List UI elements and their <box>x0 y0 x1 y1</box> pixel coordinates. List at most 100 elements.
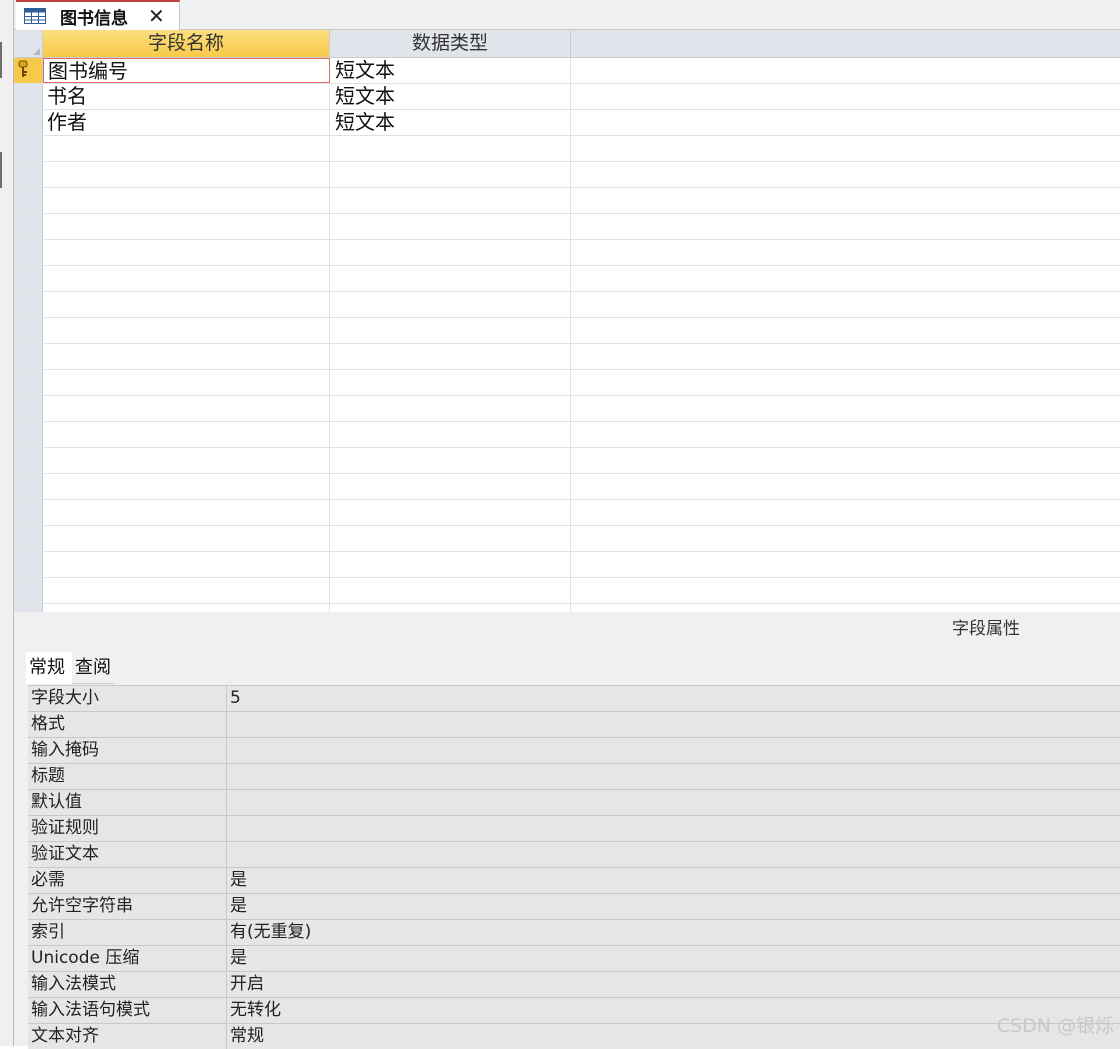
description-cell[interactable] <box>571 474 1120 499</box>
description-cell[interactable] <box>571 552 1120 577</box>
description-cell[interactable] <box>571 578 1120 603</box>
description-cell[interactable] <box>571 526 1120 551</box>
table-row[interactable]: 图书编号 短文本 <box>14 58 1120 84</box>
row-selector[interactable] <box>14 500 43 525</box>
description-cell[interactable] <box>571 500 1120 525</box>
table-row[interactable] <box>14 448 1120 474</box>
table-row[interactable] <box>14 318 1120 344</box>
column-header-description[interactable] <box>571 30 1120 57</box>
field-name-cell[interactable] <box>43 214 330 239</box>
close-icon[interactable]: ✕ <box>148 6 165 26</box>
field-name-cell[interactable]: 图书编号 <box>43 58 330 83</box>
data-type-cell[interactable] <box>330 578 571 603</box>
field-name-cell[interactable] <box>43 448 330 473</box>
row-selector[interactable] <box>14 396 43 421</box>
data-type-cell[interactable] <box>330 136 571 161</box>
row-selector[interactable] <box>14 578 43 603</box>
data-type-cell[interactable] <box>330 188 571 213</box>
table-row[interactable] <box>14 474 1120 500</box>
row-selector[interactable] <box>14 58 43 83</box>
table-row[interactable] <box>14 500 1120 526</box>
description-cell[interactable] <box>571 604 1120 612</box>
row-selector[interactable] <box>14 292 43 317</box>
data-type-cell[interactable] <box>330 240 571 265</box>
data-type-cell[interactable] <box>330 396 571 421</box>
property-value-input[interactable] <box>227 738 1120 763</box>
table-row[interactable] <box>14 370 1120 396</box>
field-name-cell[interactable] <box>43 474 330 499</box>
property-value-input[interactable]: 5 <box>227 686 1120 711</box>
field-name-cell[interactable] <box>43 578 330 603</box>
table-row[interactable] <box>14 578 1120 604</box>
row-selector[interactable] <box>14 240 43 265</box>
field-name-cell[interactable] <box>43 240 330 265</box>
data-type-cell[interactable]: 短文本 <box>330 84 571 109</box>
row-selector[interactable] <box>14 448 43 473</box>
property-value-input[interactable]: 开启 <box>227 972 1120 997</box>
table-row[interactable]: 书名 短文本 <box>14 84 1120 110</box>
description-cell[interactable] <box>571 318 1120 343</box>
field-name-cell[interactable] <box>43 604 330 612</box>
data-type-cell[interactable] <box>330 552 571 577</box>
field-name-cell[interactable] <box>43 162 330 187</box>
column-header-field-name[interactable]: 字段名称 <box>43 30 330 57</box>
field-name-cell[interactable] <box>43 292 330 317</box>
row-selector[interactable] <box>14 136 43 161</box>
data-type-cell[interactable] <box>330 292 571 317</box>
data-type-cell[interactable] <box>330 370 571 395</box>
data-type-cell[interactable] <box>330 162 571 187</box>
data-type-cell[interactable] <box>330 422 571 447</box>
row-selector[interactable] <box>14 84 43 109</box>
property-value-input[interactable] <box>227 790 1120 815</box>
property-value-input[interactable] <box>227 842 1120 867</box>
data-type-cell[interactable] <box>330 604 571 612</box>
row-selector[interactable] <box>14 474 43 499</box>
description-cell[interactable] <box>571 266 1120 291</box>
property-value-input[interactable]: 是 <box>227 946 1120 971</box>
table-row[interactable] <box>14 422 1120 448</box>
description-cell[interactable] <box>571 344 1120 369</box>
data-type-cell[interactable] <box>330 266 571 291</box>
data-type-cell[interactable] <box>330 474 571 499</box>
field-name-cell[interactable]: 作者 <box>43 110 330 135</box>
row-selector[interactable] <box>14 188 43 213</box>
table-row[interactable] <box>14 292 1120 318</box>
row-selector[interactable] <box>14 162 43 187</box>
row-selector[interactable] <box>14 110 43 135</box>
property-value-input[interactable]: 无转化 <box>227 998 1120 1023</box>
row-selector[interactable] <box>14 552 43 577</box>
property-value-input[interactable] <box>227 712 1120 737</box>
column-header-data-type[interactable]: 数据类型 <box>330 30 571 57</box>
description-cell[interactable] <box>571 240 1120 265</box>
description-cell[interactable] <box>571 58 1120 83</box>
row-selector[interactable] <box>14 526 43 551</box>
description-cell[interactable] <box>571 422 1120 447</box>
data-type-cell[interactable] <box>330 500 571 525</box>
description-cell[interactable] <box>571 370 1120 395</box>
tab-general[interactable]: 常规 <box>26 652 72 684</box>
description-cell[interactable] <box>571 214 1120 239</box>
table-row[interactable] <box>14 136 1120 162</box>
data-type-cell[interactable]: 短文本 <box>330 110 571 135</box>
data-type-cell[interactable] <box>330 214 571 239</box>
data-type-cell[interactable] <box>330 448 571 473</box>
table-row[interactable] <box>14 214 1120 240</box>
property-value-input[interactable] <box>227 816 1120 841</box>
table-row[interactable] <box>14 240 1120 266</box>
field-name-cell[interactable] <box>43 136 330 161</box>
property-value-input[interactable] <box>227 764 1120 789</box>
data-type-cell[interactable] <box>330 526 571 551</box>
table-row[interactable] <box>14 344 1120 370</box>
description-cell[interactable] <box>571 162 1120 187</box>
property-value-input[interactable]: 有(无重复) <box>227 920 1120 945</box>
table-row[interactable]: 作者 短文本 <box>14 110 1120 136</box>
data-type-cell[interactable] <box>330 318 571 343</box>
data-type-cell[interactable]: 短文本 <box>330 58 571 83</box>
description-cell[interactable] <box>571 448 1120 473</box>
field-name-cell[interactable] <box>43 422 330 447</box>
description-cell[interactable] <box>571 136 1120 161</box>
row-selector[interactable] <box>14 266 43 291</box>
field-name-cell[interactable] <box>43 552 330 577</box>
description-cell[interactable] <box>571 84 1120 109</box>
field-name-cell[interactable] <box>43 344 330 369</box>
